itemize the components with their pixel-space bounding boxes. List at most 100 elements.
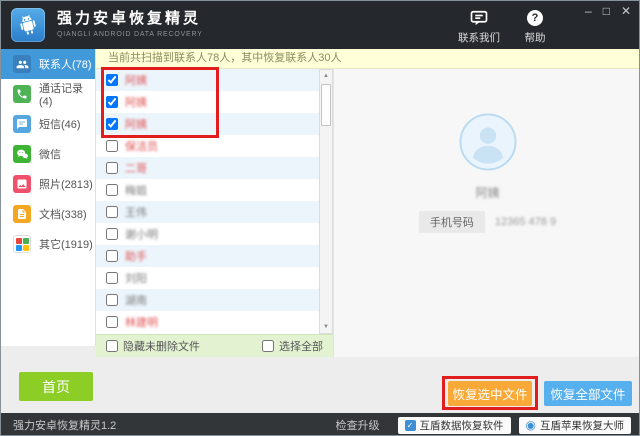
contact-name: 阿姨: [125, 119, 147, 131]
home-button[interactable]: 首页: [19, 372, 93, 401]
contact-name: 湖南: [125, 295, 147, 307]
contact-checkbox[interactable]: [106, 184, 118, 196]
phone-number: 12365 478 9: [494, 216, 557, 228]
contact-checkbox[interactable]: [106, 294, 118, 306]
contact-us-label: 联系我们: [458, 32, 500, 44]
contact-name: 刘阳: [125, 273, 147, 285]
shield-check-icon: ✓: [404, 419, 416, 431]
contact-checkbox[interactable]: [106, 316, 118, 328]
help-icon: ?: [527, 7, 543, 28]
contact-row[interactable]: 阿姨: [96, 91, 319, 113]
contact-checkbox[interactable]: [106, 74, 118, 86]
contact-checkbox[interactable]: [106, 250, 118, 262]
sidebar-label: 照片(2813): [39, 179, 93, 191]
avatar: [458, 113, 517, 171]
select-all-checkbox[interactable]: 选择全部: [262, 338, 323, 354]
contact-checkbox[interactable]: [106, 228, 118, 240]
contact-row[interactable]: 保洁员: [96, 135, 319, 157]
photo-icon: [13, 175, 31, 193]
help-button[interactable]: ? 帮助: [518, 7, 552, 45]
statusbar: 强力安卓恢复精灵1.2 检查升级 ✓ 互盾数据恢复软件 ◉ 互盾苹果恢复大师: [1, 413, 639, 435]
sidebar-label: 文档(338): [39, 209, 87, 221]
close-button[interactable]: ✕: [621, 4, 631, 18]
promo2-label: 互盾苹果恢复大师: [540, 419, 624, 432]
contact-name: 阿姨: [125, 75, 147, 87]
hide-undeleted-input[interactable]: [106, 340, 118, 352]
app-logo: [11, 8, 45, 42]
contact-row[interactable]: 王伟: [96, 201, 319, 223]
hide-undeleted-checkbox[interactable]: 隐藏未删除文件: [106, 338, 200, 354]
contact-row[interactable]: 林建明: [96, 311, 319, 333]
phone-row: 手机号码 12365 478 9: [418, 211, 557, 233]
document-icon: [13, 205, 31, 223]
contact-name: 林建明: [125, 317, 158, 329]
contact-row[interactable]: 助手: [96, 245, 319, 267]
sidebar-label: 微信: [39, 149, 61, 161]
contact-row[interactable]: 梅姐: [96, 179, 319, 201]
contact-checkbox[interactable]: [106, 206, 118, 218]
contact-checkbox[interactable]: [106, 118, 118, 130]
select-all-input[interactable]: [262, 340, 274, 352]
scroll-up-icon[interactable]: ▲: [320, 70, 332, 82]
check-upgrade-link[interactable]: 检查升级: [336, 417, 380, 433]
bullseye-icon: ◉: [525, 417, 536, 432]
promo-apple-recovery-button[interactable]: ◉ 互盾苹果恢复大师: [518, 416, 631, 434]
sidebar-label: 其它(1919): [39, 239, 93, 251]
contact-name: 梅姐: [125, 185, 147, 197]
app-titles: 强力安卓恢复精灵 QIANGLI ANDROID DATA RECOVERY: [57, 10, 203, 38]
version-label: 强力安卓恢复精灵1.2: [13, 420, 117, 432]
sidebar-item-photos[interactable]: 照片(2813): [1, 169, 95, 199]
message-icon: [13, 115, 31, 133]
contact-row[interactable]: 刘阳: [96, 267, 319, 289]
recover-selected-button[interactable]: 恢复选中文件: [448, 381, 532, 406]
phone-label: 手机号码: [418, 211, 485, 233]
select-all-label: 选择全部: [279, 341, 323, 353]
scroll-thumb[interactable]: [321, 84, 331, 126]
promo-data-recovery-button[interactable]: ✓ 互盾数据恢复软件: [397, 416, 511, 434]
list-footer: 隐藏未删除文件 选择全部: [96, 334, 333, 357]
wechat-icon: [13, 145, 31, 163]
contact-row[interactable]: 谢小明: [96, 223, 319, 245]
detail-contact-name: 阿姨: [475, 186, 500, 200]
contact-checkbox[interactable]: [106, 140, 118, 152]
contact-checkbox[interactable]: [106, 96, 118, 108]
app-title: 强力安卓恢复精灵: [57, 10, 202, 27]
chat-icon: [469, 7, 489, 28]
contact-row[interactable]: 湖南: [96, 289, 319, 311]
sidebar-item-call-log[interactable]: 通话记录(4): [1, 79, 95, 109]
minimize-button[interactable]: –: [585, 4, 592, 18]
contact-row[interactable]: 阿姨: [96, 69, 319, 91]
contact-name: 谢小明: [125, 229, 158, 241]
sidebar-label: 短信(46): [39, 119, 81, 131]
help-label: 帮助: [524, 32, 546, 44]
contact-name: 王伟: [125, 207, 147, 219]
sidebar-item-sms[interactable]: 短信(46): [1, 109, 95, 139]
promo1-label: 互盾数据恢复软件: [419, 419, 504, 432]
grid-icon: [13, 235, 31, 253]
phone-icon: [13, 85, 31, 103]
sidebar-item-wechat[interactable]: 微信: [1, 139, 95, 169]
contact-row[interactable]: 阿姨: [96, 113, 319, 135]
contact-list: 阿姨 阿姨 阿姨 保洁员 二哥 梅姐 王伟 谢小明 助手 刘阳 湖南 林建明: [96, 69, 319, 334]
sidebar: 联系人(78) 通话记录(4) 短信(46) 微信 照片(2813) 文档(33…: [1, 49, 96, 346]
window-controls: – □ ✕: [585, 4, 631, 18]
contact-name: 保洁员: [125, 141, 158, 153]
contact-name: 助手: [125, 251, 147, 263]
sidebar-label: 联系人(78): [39, 59, 92, 71]
sidebar-item-documents[interactable]: 文档(338): [1, 199, 95, 229]
contact-checkbox[interactable]: [106, 272, 118, 284]
recover-all-button[interactable]: 恢复全部文件: [544, 381, 632, 406]
contact-name: 二哥: [125, 163, 147, 175]
sidebar-item-others[interactable]: 其它(1919): [1, 229, 95, 259]
hide-undeleted-label: 隐藏未删除文件: [123, 341, 200, 353]
android-icon: [20, 14, 36, 35]
scroll-down-icon[interactable]: ▼: [320, 321, 332, 333]
app-subtitle: QIANGLI ANDROID DATA RECOVERY: [57, 31, 203, 38]
contact-row[interactable]: 二哥: [96, 157, 319, 179]
maximize-button[interactable]: □: [603, 4, 610, 18]
sidebar-label: 通话记录(4): [39, 83, 83, 108]
contact-checkbox[interactable]: [106, 162, 118, 174]
contact-us-button[interactable]: 联系我们: [453, 7, 505, 45]
sidebar-item-contacts[interactable]: 联系人(78): [1, 49, 95, 79]
contact-list-scrollbar[interactable]: ▲ ▼: [319, 69, 333, 334]
